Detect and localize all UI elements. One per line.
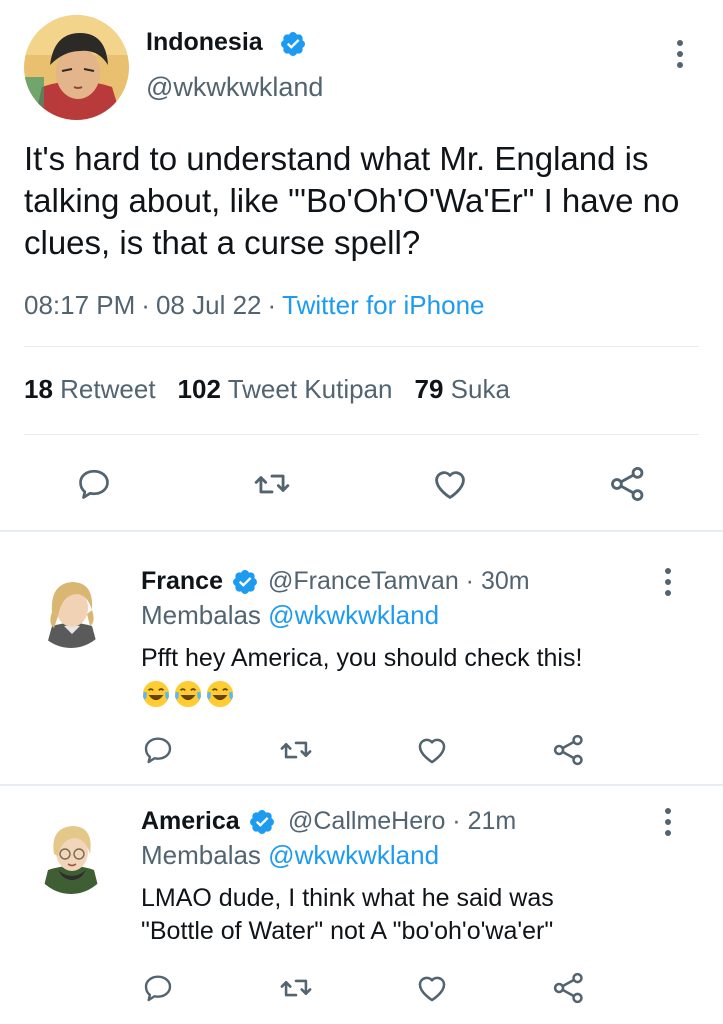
like-icon[interactable] xyxy=(428,462,472,506)
tweet-text: Pfft hey America, you should check this! xyxy=(141,642,661,710)
username-handle[interactable]: @CallmeHero · 21m xyxy=(288,807,516,836)
mention-link[interactable]: @wkwkwkland xyxy=(268,600,439,630)
divider xyxy=(24,346,699,347)
more-options-icon[interactable] xyxy=(674,40,686,68)
display-name[interactable]: France xyxy=(141,567,223,596)
mention-link[interactable]: @wkwkwkland xyxy=(268,840,439,870)
more-options-icon[interactable] xyxy=(662,808,674,836)
tweet-meta: 08:17 PM · 08 Jul 22 · Twitter for iPhone xyxy=(24,290,484,321)
verified-badge-icon xyxy=(248,808,276,841)
meta-separator: · xyxy=(267,290,277,320)
face-with-tears-of-joy-icon xyxy=(206,681,234,708)
face-with-tears-of-joy-icon xyxy=(174,681,202,708)
reply-icon[interactable] xyxy=(136,966,180,1010)
display-name[interactable]: America xyxy=(141,807,240,836)
more-options-icon[interactable] xyxy=(662,568,674,596)
main-tweet: Indonesia @wkwkwkland It's hard to under… xyxy=(0,0,723,532)
share-icon[interactable] xyxy=(547,728,591,772)
face-with-tears-of-joy-icon xyxy=(142,681,170,708)
share-icon[interactable] xyxy=(547,966,591,1010)
reply-tweet[interactable]: France @FranceTamvan · 30m Membalas @wkw… xyxy=(0,532,723,784)
emoji-row xyxy=(141,677,661,710)
reply-icon[interactable] xyxy=(72,462,116,506)
reply-tweet[interactable]: America @CallmeHero · 21m Membalas @wkwk… xyxy=(0,786,723,1024)
verified-badge-icon xyxy=(231,568,259,601)
display-name[interactable]: Indonesia xyxy=(146,28,263,57)
tweet-text: It's hard to understand what Mr. England… xyxy=(24,140,680,261)
avatar[interactable] xyxy=(24,15,129,120)
avatar[interactable] xyxy=(32,570,110,648)
replying-to: Membalas @wkwkwkland xyxy=(141,600,440,630)
retweet-icon[interactable] xyxy=(274,966,318,1010)
reply-text: Pfft hey America, you should check this! xyxy=(141,644,583,672)
reply-icon[interactable] xyxy=(136,728,180,772)
retweet-icon[interactable] xyxy=(274,728,318,772)
retweet-icon[interactable] xyxy=(250,462,294,506)
like-icon[interactable] xyxy=(410,966,454,1010)
quote-count[interactable]: 102 Tweet Kutipan xyxy=(178,374,393,404)
meta-separator: · xyxy=(141,290,150,320)
retweet-count[interactable]: 18 Retweet xyxy=(24,374,156,404)
username-handle[interactable]: @wkwkwkland xyxy=(146,72,323,103)
tweet-date: 08 Jul 22 xyxy=(155,290,262,320)
share-icon[interactable] xyxy=(606,462,650,506)
like-icon[interactable] xyxy=(410,728,454,772)
tweet-source-link[interactable]: Twitter for iPhone xyxy=(282,290,484,320)
like-count[interactable]: 79 Suka xyxy=(414,374,509,404)
avatar[interactable] xyxy=(32,816,110,894)
tweet-time: 08:17 PM xyxy=(24,290,136,320)
divider xyxy=(24,434,699,435)
tweet-text: LMAO dude, I think what he said was "Bot… xyxy=(141,884,554,945)
tweet-stats: 18 Retweet 102 Tweet Kutipan 79 Suka xyxy=(24,374,532,405)
username-handle[interactable]: @FranceTamvan · 30m xyxy=(268,567,530,596)
replying-to: Membalas @wkwkwkland xyxy=(141,840,440,870)
verified-badge-icon xyxy=(279,30,307,63)
